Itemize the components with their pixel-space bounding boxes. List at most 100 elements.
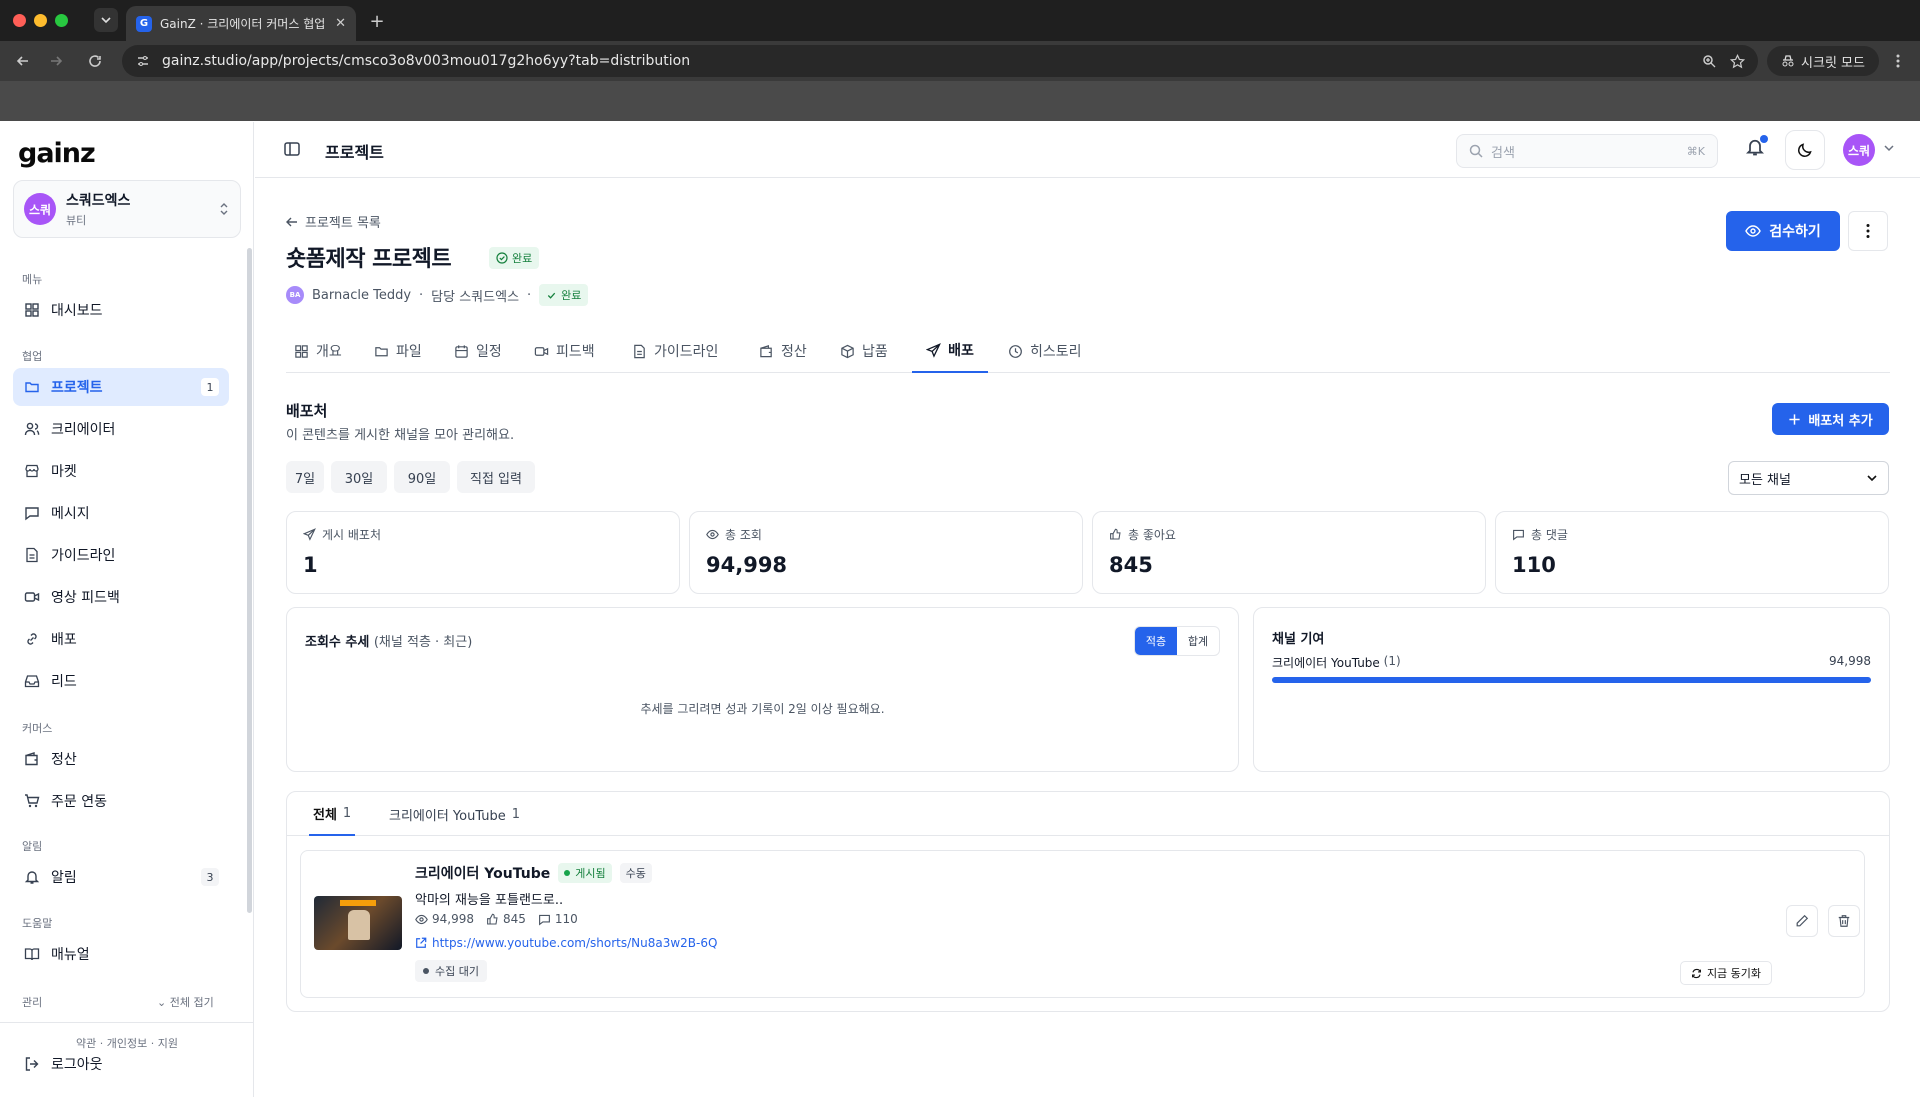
sidebar-item-distribution[interactable]: 배포 bbox=[13, 620, 229, 658]
search-input[interactable]: 검색 ⌘K bbox=[1456, 134, 1718, 168]
channel-filter-select[interactable]: 모든 채널 bbox=[1728, 461, 1889, 495]
sidebar-item-dashboard[interactable]: 대시보드 bbox=[13, 291, 229, 329]
row-video-link[interactable]: https://www.youtube.com/shorts/Nu8a3w2B-… bbox=[415, 936, 717, 950]
theme-toggle-button[interactable] bbox=[1785, 130, 1825, 170]
notifications-count-badge: 3 bbox=[201, 868, 219, 886]
minimize-window-button[interactable] bbox=[34, 14, 47, 27]
tab-settlement[interactable]: 정산 bbox=[751, 329, 815, 373]
tab-schedule[interactable]: 일정 bbox=[446, 329, 510, 373]
creator-name[interactable]: Barnacle Teddy bbox=[312, 288, 411, 303]
sidebar-item-label: 메시지 bbox=[51, 506, 90, 522]
sync-now-button[interactable]: 지금 동기화 bbox=[1680, 961, 1772, 985]
list-tab-youtube[interactable]: 크리에이터 YouTube 1 bbox=[385, 792, 524, 836]
close-tab-icon[interactable]: ✕ bbox=[335, 16, 346, 31]
tab-distribution[interactable]: 배포 bbox=[912, 329, 988, 373]
sidebar-scrollbar[interactable] bbox=[247, 248, 252, 913]
channel-filter-value: 모든 채널 bbox=[1739, 472, 1791, 488]
contribution-bar bbox=[1272, 677, 1871, 683]
zoom-icon[interactable] bbox=[1700, 52, 1718, 70]
tab-files[interactable]: 파일 bbox=[366, 329, 430, 373]
incognito-indicator[interactable]: 시크릿 모드 bbox=[1767, 46, 1879, 76]
project-meta: BA Barnacle Teddy · 담당 스쿼드엑스 · 완료 bbox=[286, 284, 589, 306]
kpi-card-comments: 총 댓글 110 bbox=[1495, 511, 1889, 594]
tab-label: 배포 bbox=[948, 343, 974, 359]
refresh-icon bbox=[1691, 968, 1701, 978]
tab-search-button[interactable] bbox=[94, 8, 118, 32]
logout-button[interactable]: 로그아웃 bbox=[13, 1045, 229, 1083]
edit-button[interactable] bbox=[1786, 905, 1818, 937]
sidebar-item-market[interactable]: 마켓 bbox=[13, 452, 229, 490]
range-custom-button[interactable]: 직접 입력 bbox=[457, 461, 535, 493]
back-to-projects-link[interactable]: 프로젝트 목록 bbox=[285, 212, 381, 231]
bookmark-star-icon[interactable] bbox=[1728, 52, 1746, 70]
thumbnail-caption-shape bbox=[340, 900, 376, 906]
tab-delivery[interactable]: 납품 bbox=[832, 329, 896, 373]
sidebar-item-settlement[interactable]: 정산 bbox=[13, 740, 229, 778]
tab-label: 히스토리 bbox=[1030, 344, 1082, 360]
mode-stacked-button[interactable]: 적층 bbox=[1135, 627, 1177, 655]
list-tab-count: 1 bbox=[342, 805, 352, 821]
browser-menu-icon[interactable] bbox=[1890, 51, 1906, 71]
section-collab: 협업 bbox=[22, 350, 43, 363]
sidebar-item-projects[interactable]: 프로젝트 1 bbox=[13, 368, 229, 406]
reload-icon[interactable] bbox=[85, 51, 105, 71]
chevrons-up-down-icon bbox=[218, 202, 230, 216]
range-7d-button[interactable]: 7일 bbox=[286, 461, 324, 493]
mode-total-button[interactable]: 합계 bbox=[1177, 627, 1219, 655]
address-bar[interactable]: gainz.studio/app/projects/cmsco3o8v003mo… bbox=[122, 45, 1758, 77]
folder-icon bbox=[23, 378, 41, 396]
user-avatar[interactable]: 스쿼 bbox=[1843, 134, 1875, 166]
status-dot bbox=[564, 870, 571, 876]
sidebar-item-creators[interactable]: 크리에이터 bbox=[13, 410, 229, 448]
chevron-down-icon[interactable] bbox=[1883, 142, 1895, 154]
fold-all-button[interactable]: ⌄ 전체 접기 bbox=[157, 994, 214, 1010]
sidebar-item-order-sync[interactable]: 주문 연동 bbox=[13, 782, 229, 820]
back-label: 프로젝트 목록 bbox=[305, 216, 381, 231]
main-content: 프로젝트 목록 숏폼제작 프로젝트 완료 BA Barnacle Teddy ·… bbox=[255, 179, 1920, 1097]
store-icon bbox=[23, 462, 41, 480]
kpi-value: 1 bbox=[303, 553, 318, 577]
video-thumbnail[interactable] bbox=[314, 896, 402, 950]
shopping-cart-icon bbox=[23, 792, 41, 810]
range-90d-button[interactable]: 90일 bbox=[394, 461, 450, 493]
list-tab-all[interactable]: 전체 1 bbox=[309, 792, 356, 836]
tab-feedback[interactable]: 피드백 bbox=[526, 329, 603, 373]
sidebar-item-video-feedback[interactable]: 영상 피드백 bbox=[13, 578, 229, 616]
org-switcher[interactable]: 스쿼 스쿼드엑스 뷰티 bbox=[13, 180, 241, 238]
site-settings-icon[interactable] bbox=[134, 52, 152, 70]
forward-icon[interactable] bbox=[46, 51, 66, 71]
new-tab-icon[interactable]: + bbox=[366, 10, 388, 32]
range-30d-button[interactable]: 30일 bbox=[331, 461, 387, 493]
back-icon[interactable] bbox=[13, 51, 33, 71]
inspect-button[interactable]: 검수하기 bbox=[1726, 211, 1840, 251]
close-window-button[interactable] bbox=[13, 14, 26, 27]
section-admin: 관리 bbox=[22, 996, 43, 1009]
wallet-icon bbox=[23, 750, 41, 768]
arrow-left-icon bbox=[286, 217, 297, 226]
sidebar-item-guidelines[interactable]: 가이드라인 bbox=[13, 536, 229, 574]
browser-tab[interactable]: G GainZ · 크리에이터 커머스 협업 C ✕ bbox=[126, 6, 356, 41]
maximize-window-button[interactable] bbox=[55, 14, 68, 27]
sidebar-item-leads[interactable]: 리드 bbox=[13, 662, 229, 700]
add-channel-label: 배포처 추가 bbox=[1808, 413, 1873, 429]
more-options-button[interactable] bbox=[1848, 211, 1888, 251]
sidebar-item-notifications[interactable]: 알림 3 bbox=[13, 858, 229, 896]
more-vertical-icon bbox=[1866, 224, 1870, 238]
tab-guidelines[interactable]: 가이드라인 bbox=[624, 329, 726, 373]
delete-button[interactable] bbox=[1828, 905, 1860, 937]
row-channel-name: 크리에이터 YouTube bbox=[415, 866, 551, 882]
gainz-logo[interactable]: gainz bbox=[18, 138, 96, 169]
sidebar-item-label: 주문 연동 bbox=[51, 794, 107, 810]
file-text-icon bbox=[23, 546, 41, 564]
sidebar-item-manual[interactable]: 매뉴얼 bbox=[13, 935, 229, 973]
row-comments: 110 bbox=[538, 912, 578, 926]
tab-overview[interactable]: 개요 bbox=[286, 329, 350, 373]
notifications-bell-icon[interactable] bbox=[1745, 135, 1768, 157]
chevron-down-icon bbox=[101, 17, 111, 24]
tab-label: 파일 bbox=[396, 344, 422, 360]
panel-left-icon[interactable] bbox=[283, 140, 301, 158]
add-channel-button[interactable]: 배포처 추가 bbox=[1772, 403, 1889, 435]
sidebar-item-messages[interactable]: 메시지 bbox=[13, 494, 229, 532]
collect-status-text: 수집 대기 bbox=[435, 965, 479, 978]
tab-history[interactable]: 히스토리 bbox=[1000, 329, 1090, 373]
